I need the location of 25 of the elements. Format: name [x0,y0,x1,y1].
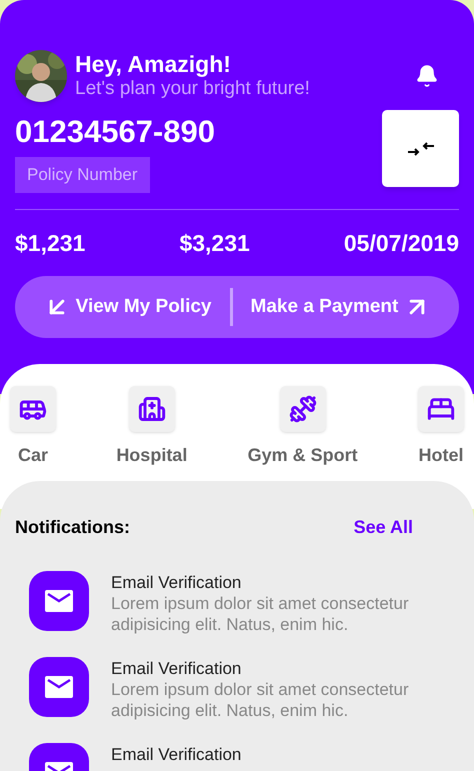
see-all-link[interactable]: See All [354,514,413,541]
category-button[interactable]: Hospital [116,386,188,469]
mail-icon [45,676,73,698]
dumbbell-icon [288,395,317,423]
notification-title: Email Verification [111,659,242,679]
action-button[interactable]: View My Policy [34,292,220,322]
bell-icon [415,64,439,88]
subtitle: Let's plan your bright future! [75,77,311,101]
mail-icon [45,590,73,612]
policy-number: 01234567-890 [15,113,215,151]
notification-title: Email Verification [111,745,242,765]
bed-icon [426,395,455,423]
notification-body: Lorem ipsum dolor sit amet consectetur adipisicing elit. Natus, enim hic. [111,679,410,721]
notifications-title: Notifications: [15,516,130,539]
greeting: Hey, Amazigh! [75,51,232,77]
amount: 05/07/2019 [344,228,459,258]
amount: $1,231 [15,228,86,258]
policy-label: Policy Number [15,157,150,192]
action-button[interactable]: Make a Payment [242,292,440,322]
category-button[interactable]: Gym & Sport [248,386,358,469]
hospital-icon [138,395,166,423]
amount: $3,231 [179,228,250,258]
notification-title: Email Verification [111,573,242,593]
notifications-button[interactable] [415,64,439,88]
notification-body: Lorem ipsum dolor sit amet consectetur adipisicing elit. Natus, enim hic. [111,593,410,635]
